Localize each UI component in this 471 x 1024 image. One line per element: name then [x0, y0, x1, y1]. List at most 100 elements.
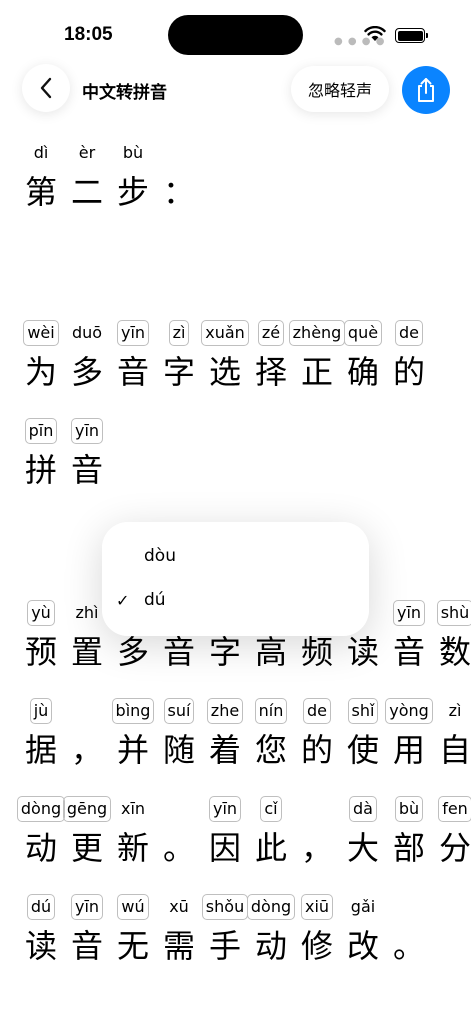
- character-cell[interactable]: dòng 动: [16, 796, 66, 870]
- hanzi-character: 置: [70, 633, 103, 671]
- pinyin-label[interactable]: zé: [257, 320, 285, 346]
- share-icon: [418, 78, 434, 102]
- character-cell[interactable]: de 的: [386, 320, 432, 394]
- pinyin-label[interactable]: shù: [436, 600, 471, 626]
- character-cell[interactable]: bù 部: [386, 796, 432, 870]
- character-cell[interactable]: yīn 因: [202, 796, 248, 870]
- pinyin-label[interactable]: què: [343, 320, 383, 346]
- pinyin-label[interactable]: cǐ: [260, 796, 282, 822]
- character-cell[interactable]: dà 大: [340, 796, 386, 870]
- character-cell[interactable]: zé 择: [248, 320, 294, 394]
- character-cell[interactable]: shù 数: [432, 600, 471, 674]
- character-cell: gǎi 改: [340, 894, 386, 968]
- share-button[interactable]: [402, 66, 450, 114]
- pinyin-label[interactable]: bù: [394, 796, 424, 822]
- pronunciation-option-label: dú: [144, 590, 166, 610]
- pinyin-label: èr: [78, 143, 96, 162]
- character-cell[interactable]: dòng 动: [246, 894, 296, 968]
- character-cell[interactable]: zhèng 正: [288, 320, 346, 394]
- pinyin-label[interactable]: dú: [26, 894, 56, 920]
- hanzi-character: 大: [346, 829, 379, 867]
- character-cell[interactable]: zhe 着: [202, 698, 248, 772]
- pinyin-label[interactable]: zì: [168, 320, 190, 346]
- pinyin-label[interactable]: dà: [349, 796, 377, 822]
- hanzi-character: ：: [162, 173, 195, 211]
- pinyin-label[interactable]: suí: [163, 698, 195, 724]
- pinyin-label[interactable]: gēng: [62, 796, 112, 822]
- hanzi-character: 音: [116, 353, 149, 391]
- pinyin-label[interactable]: bìng: [111, 698, 155, 724]
- hanzi-character: 。: [392, 927, 425, 965]
- character-cell[interactable]: què 确: [340, 320, 386, 394]
- character-cell[interactable]: wú 无: [110, 894, 156, 968]
- character-cell[interactable]: shǒu 手: [201, 894, 249, 968]
- pinyin-label[interactable]: yòng: [385, 698, 433, 724]
- pinyin-label[interactable]: de: [395, 320, 423, 346]
- pinyin-label[interactable]: yīn: [70, 418, 104, 444]
- hanzi-character: 音: [70, 927, 103, 965]
- character-cell[interactable]: suí 随: [156, 698, 202, 772]
- pinyin-label[interactable]: zhe: [206, 698, 244, 724]
- character-cell[interactable]: xiū 修: [294, 894, 340, 968]
- pinyin-label[interactable]: dòng: [246, 894, 296, 920]
- hanzi-character: 需: [162, 927, 195, 965]
- hanzi-character: 据: [24, 731, 57, 769]
- character-cell[interactable]: pīn 拼: [18, 418, 64, 492]
- pinyin-label[interactable]: fen: [438, 796, 471, 822]
- character-cell[interactable]: yīn 音: [386, 600, 432, 674]
- character-cell[interactable]: yòng 用: [385, 698, 433, 772]
- character-cell[interactable]: gēng 更: [62, 796, 112, 870]
- character-cell[interactable]: jù 据: [18, 698, 64, 772]
- character-cell[interactable]: fen 分: [432, 796, 471, 870]
- pinyin-label[interactable]: xuǎn: [201, 320, 249, 346]
- pinyin-label[interactable]: dòng: [16, 796, 66, 822]
- pinyin-label[interactable]: nín: [254, 698, 288, 724]
- page-title: 中文转拼音: [82, 83, 167, 103]
- character-cell[interactable]: bìng 并: [110, 698, 156, 772]
- character-cell[interactable]: cǐ 此: [248, 796, 294, 870]
- pinyin-label[interactable]: yù: [27, 600, 55, 626]
- character-cell: èr 二: [64, 140, 110, 214]
- character-cell: ，: [294, 796, 340, 870]
- character-cell: bù 步: [110, 140, 156, 214]
- pinyin-label[interactable]: de: [303, 698, 331, 724]
- character-cell[interactable]: shǐ 使: [340, 698, 386, 772]
- character-cell[interactable]: de 的: [294, 698, 340, 772]
- character-cell[interactable]: wèi 为: [18, 320, 64, 394]
- character-cell[interactable]: xuǎn 选: [201, 320, 249, 394]
- hanzi-character: 读: [24, 927, 57, 965]
- pinyin-label[interactable]: yīn: [208, 796, 242, 822]
- character-cell[interactable]: yīn 音: [110, 320, 156, 394]
- character-cell[interactable]: yīn 音: [64, 418, 110, 492]
- checkmark-icon: ✓: [116, 590, 130, 610]
- character-cell[interactable]: yīn 音: [64, 894, 110, 968]
- hanzi-character: 多: [116, 633, 149, 671]
- pinyin-label[interactable]: yīn: [116, 320, 150, 346]
- pinyin-label[interactable]: wú: [117, 894, 149, 920]
- pinyin-label[interactable]: shǐ: [347, 698, 379, 724]
- pronunciation-option-selected[interactable]: ✓ dú: [102, 578, 369, 622]
- pronunciation-option[interactable]: dòu: [102, 534, 369, 578]
- pinyin-label[interactable]: jù: [29, 698, 53, 724]
- hanzi-character: 新: [116, 829, 149, 867]
- pinyin-label[interactable]: xiū: [300, 894, 334, 920]
- hanzi-character: 多: [70, 353, 103, 391]
- pinyin-label[interactable]: zhèng: [288, 320, 346, 346]
- character-cell[interactable]: zì 字: [156, 320, 202, 394]
- hanzi-character: 分: [438, 829, 471, 867]
- pinyin-line: jù 据 ， bìng 并 suí 随 zhe 着 nín 您 de 的 shǐ 使 yòng 用 zì 自: [18, 698, 471, 772]
- pinyin-label[interactable]: pīn: [24, 418, 58, 444]
- character-cell[interactable]: dú 读: [18, 894, 64, 968]
- pinyin-label[interactable]: yīn: [392, 600, 426, 626]
- pinyin-label[interactable]: shǒu: [201, 894, 249, 920]
- pinyin-label[interactable]: wèi: [23, 320, 59, 346]
- pinyin-label[interactable]: yīn: [70, 894, 104, 920]
- hanzi-character: 的: [300, 731, 333, 769]
- hanzi-character: 音: [392, 633, 425, 671]
- character-cell[interactable]: nín 您: [248, 698, 294, 772]
- ignore-neutral-tone-button[interactable]: 忽略轻声: [291, 66, 389, 112]
- dynamic-island: [168, 15, 303, 55]
- hanzi-character: 更: [70, 829, 103, 867]
- character-cell[interactable]: yù 预: [18, 600, 64, 674]
- back-button[interactable]: [22, 64, 70, 112]
